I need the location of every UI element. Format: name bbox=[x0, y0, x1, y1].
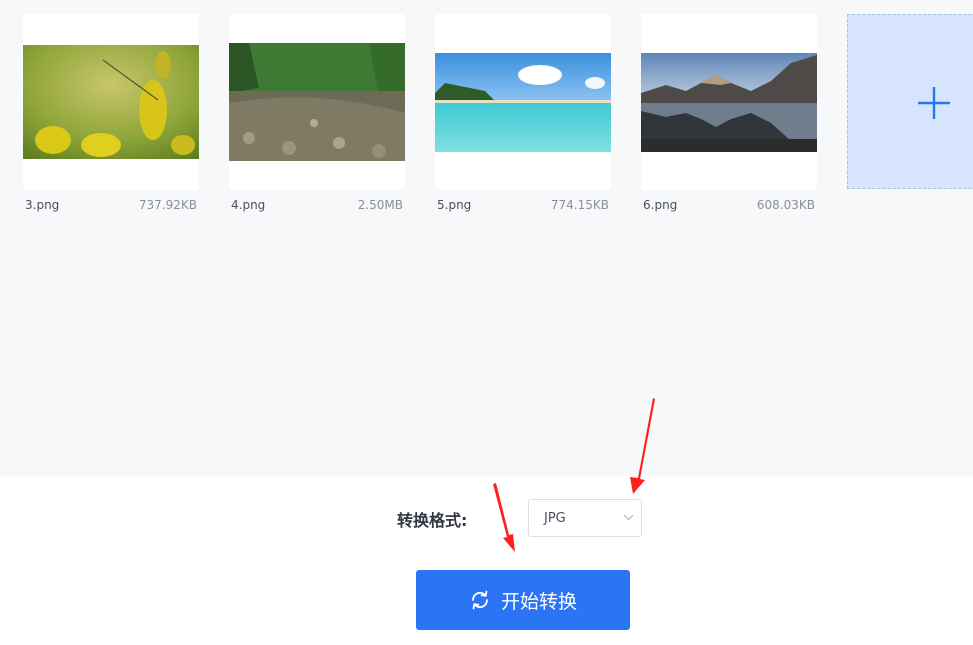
thumbnail-frame bbox=[435, 14, 611, 190]
thumbnail-frame bbox=[229, 14, 405, 190]
file-name: 6.png bbox=[643, 198, 678, 212]
refresh-icon bbox=[472, 590, 488, 610]
format-selected-value: JPG bbox=[544, 511, 566, 526]
file-card[interactable]: 3.png 737.92KB bbox=[23, 14, 199, 212]
chevron-down-icon bbox=[623, 514, 634, 521]
file-size: 2.50MB bbox=[357, 198, 403, 212]
thumbnail-frame bbox=[641, 14, 817, 190]
add-file-button[interactable] bbox=[847, 14, 973, 189]
format-select[interactable]: JPG bbox=[528, 499, 642, 537]
file-card[interactable]: 5.png 774.15KB bbox=[435, 14, 611, 212]
file-size: 737.92KB bbox=[138, 198, 197, 212]
start-convert-button[interactable]: 开始转换 bbox=[416, 570, 630, 630]
annotation-arrow-icon bbox=[493, 483, 515, 552]
plus-icon bbox=[918, 87, 950, 119]
file-card[interactable]: 6.png 608.03KB bbox=[641, 14, 817, 212]
format-label: 转换格式: bbox=[397, 511, 468, 530]
thumbnail-image bbox=[641, 53, 817, 152]
thumbnail-image bbox=[23, 45, 199, 159]
file-size: 608.03KB bbox=[756, 198, 815, 212]
thumbnail-image bbox=[229, 43, 405, 161]
file-name: 5.png bbox=[437, 198, 472, 212]
file-name: 4.png bbox=[231, 198, 266, 212]
upload-area: 3.png 737.92KB 4.png 2.50MB 5.png 774.15… bbox=[0, 0, 973, 476]
file-size: 774.15KB bbox=[550, 198, 609, 212]
thumbnail-image bbox=[435, 53, 611, 152]
file-card[interactable]: 4.png 2.50MB bbox=[229, 14, 405, 212]
thumbnail-frame bbox=[23, 14, 199, 190]
file-name: 3.png bbox=[25, 198, 60, 212]
start-button-label: 开始转换 bbox=[500, 590, 577, 613]
